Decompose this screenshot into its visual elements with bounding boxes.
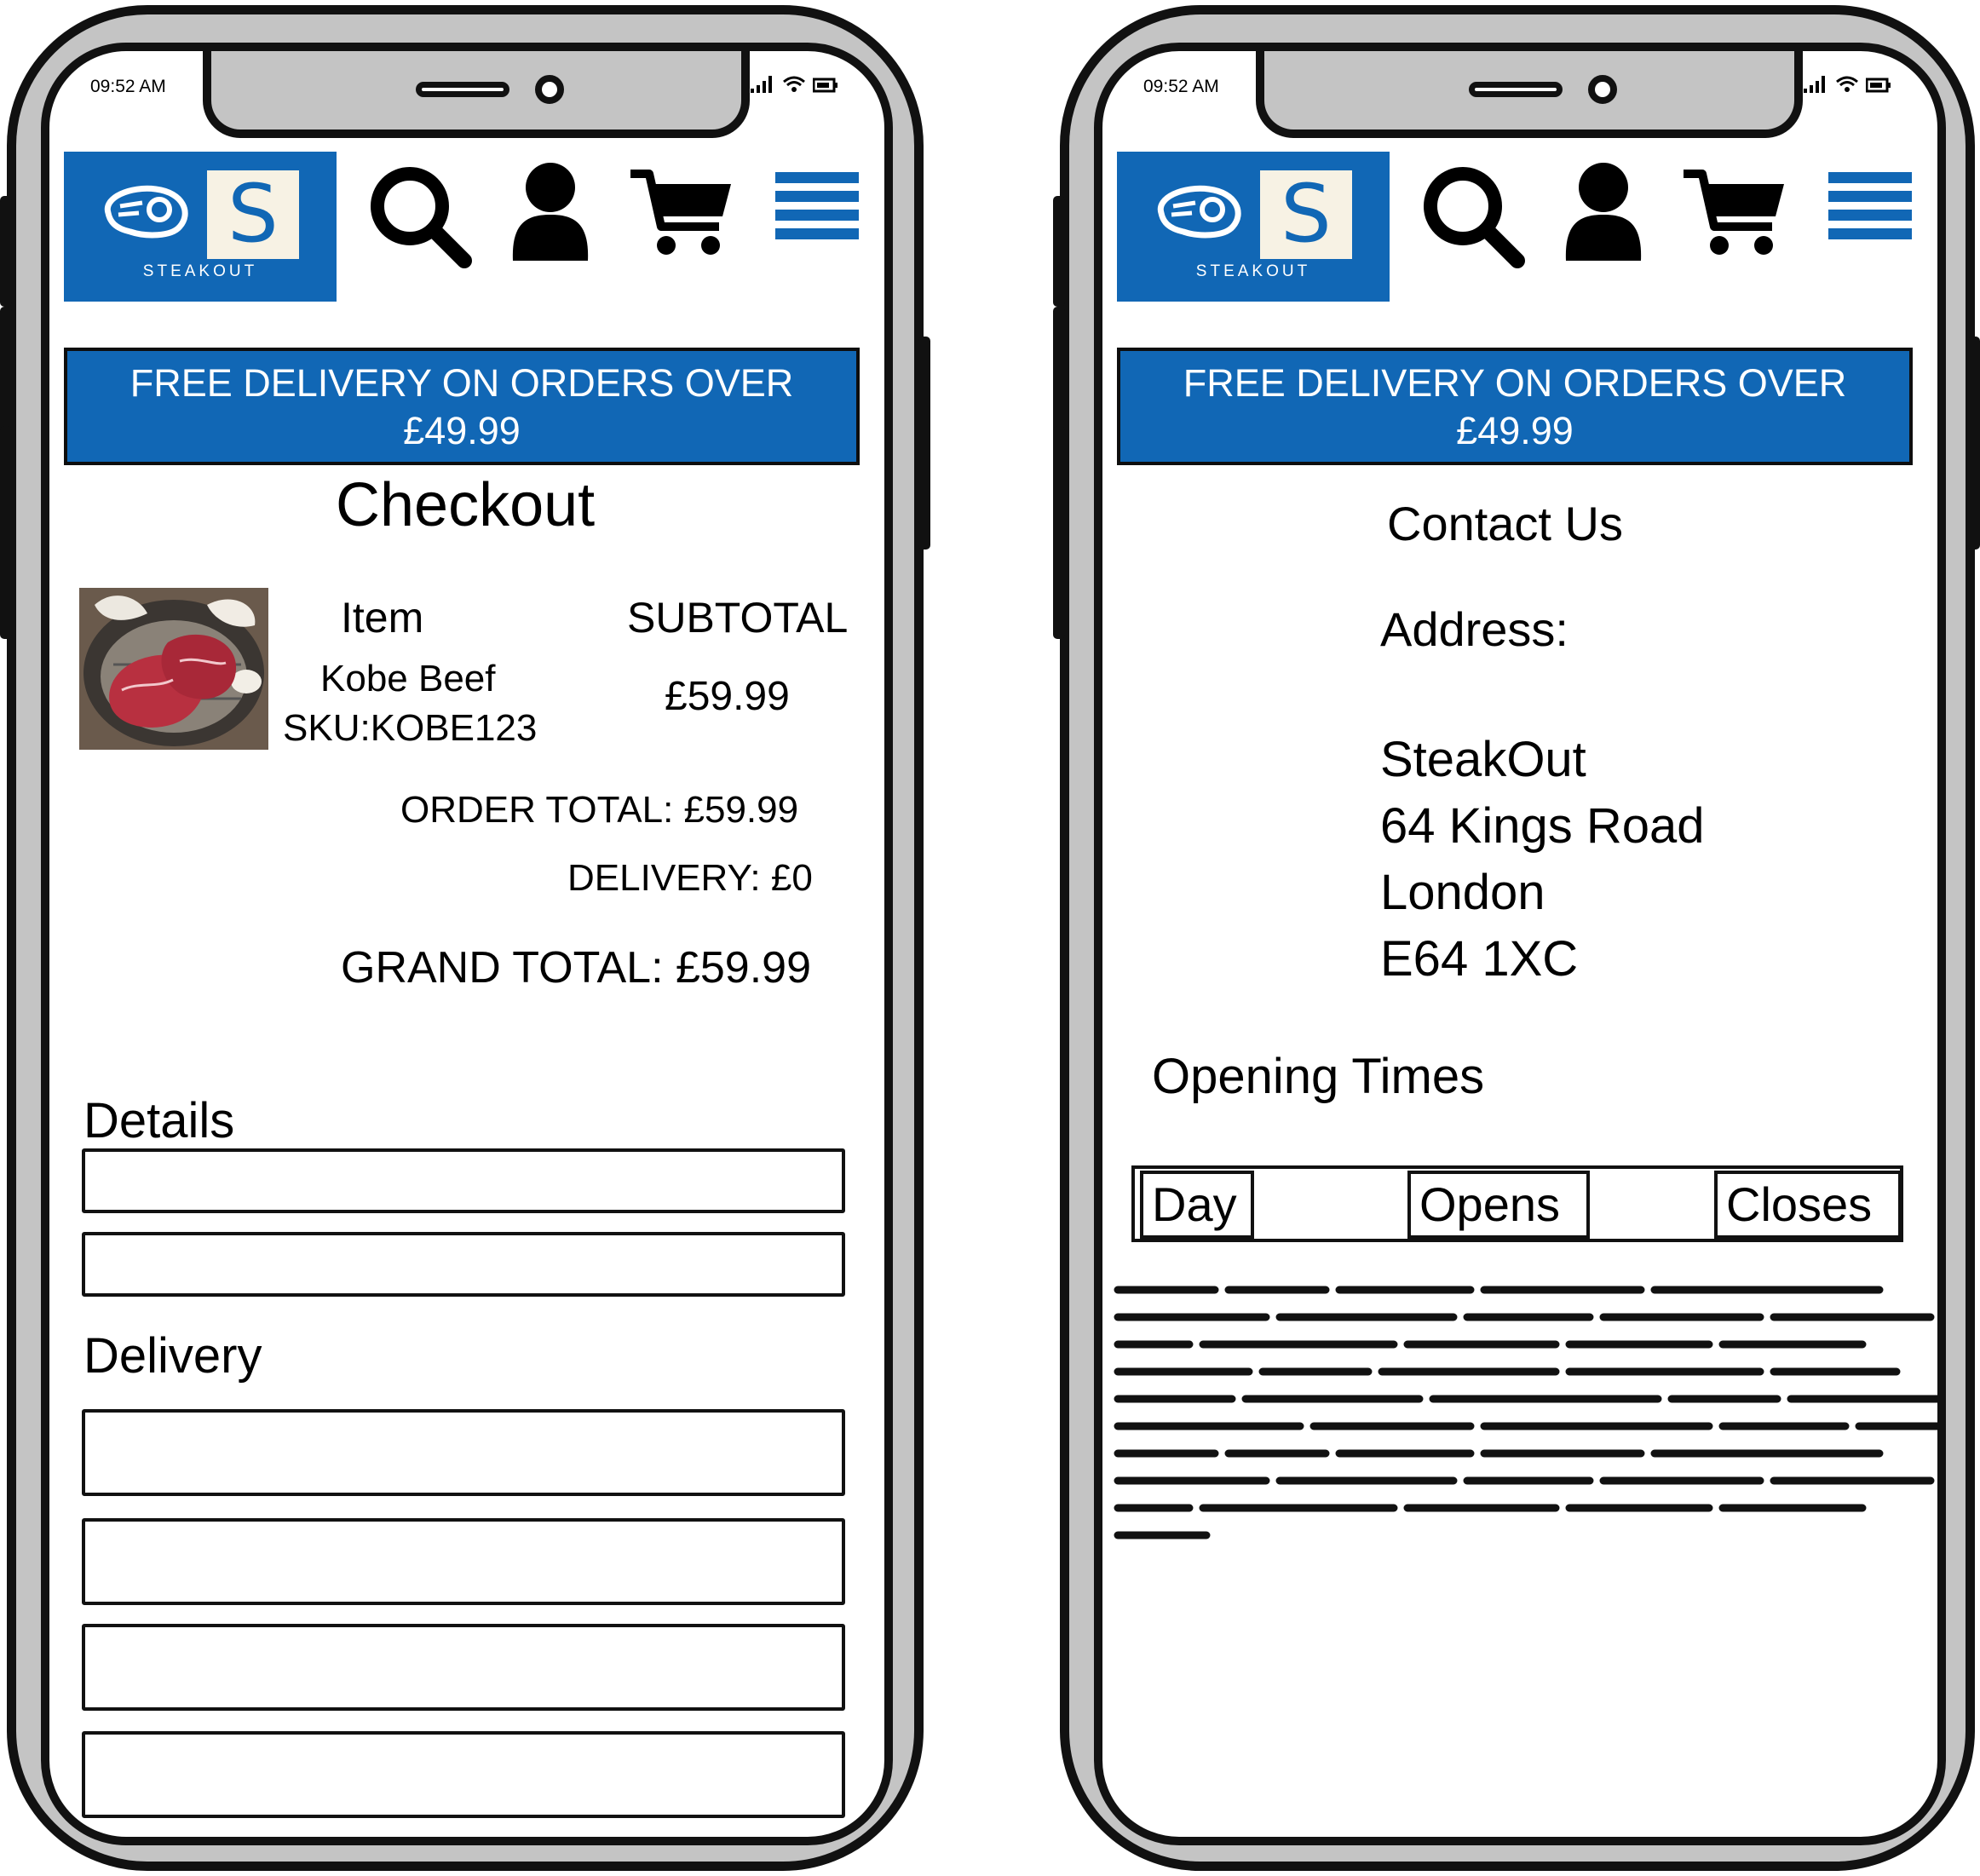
steakout-logo[interactable]: S STEAKOUT bbox=[1117, 152, 1390, 302]
status-icons bbox=[1803, 75, 1891, 94]
delivery-field-1[interactable] bbox=[82, 1409, 845, 1496]
address-line-4: E64 1XC bbox=[1380, 931, 1579, 987]
page-title: Contact Us bbox=[1387, 497, 1623, 550]
logo-letter: S bbox=[1260, 170, 1352, 259]
table-header-day: Day bbox=[1140, 1171, 1254, 1239]
left-phone-button bbox=[0, 426, 12, 639]
search-icon[interactable] bbox=[367, 164, 473, 269]
wifi-icon bbox=[1836, 76, 1858, 92]
details-field-2[interactable] bbox=[82, 1232, 845, 1297]
left-phone-button bbox=[0, 196, 12, 307]
menu-icon[interactable] bbox=[1828, 172, 1912, 240]
menu-icon[interactable] bbox=[775, 172, 859, 240]
item-name: Kobe Beef bbox=[320, 658, 496, 699]
cart-icon[interactable] bbox=[627, 167, 736, 259]
promo-line-2: £49.99 bbox=[403, 409, 521, 452]
delivery-cost: DELIVERY: £0 bbox=[567, 857, 813, 899]
left-phone-screen: 09:52 AM S STEAKOUT FREE DELIVERY ON ORD… bbox=[41, 43, 893, 1845]
promo-banner: FREE DELIVERY ON ORDERS OVER £49.99 bbox=[1117, 348, 1913, 465]
logo-letter: S bbox=[207, 170, 299, 259]
address-line-3: London bbox=[1380, 865, 1545, 920]
steakout-logo[interactable]: S STEAKOUT bbox=[64, 152, 337, 302]
right-phone-notch bbox=[1256, 51, 1803, 138]
opening-times-label: Opening Times bbox=[1152, 1049, 1485, 1104]
promo-banner: FREE DELIVERY ON ORDERS OVER £49.99 bbox=[64, 348, 860, 465]
speaker bbox=[416, 82, 509, 97]
status-icons bbox=[750, 75, 838, 94]
details-section-label: Details bbox=[83, 1093, 235, 1148]
logo-wordmark: STEAKOUT bbox=[1195, 262, 1311, 280]
address-line-1: SteakOut bbox=[1380, 732, 1586, 787]
promo-line-1: FREE DELIVERY ON ORDERS OVER bbox=[130, 361, 794, 405]
search-icon[interactable] bbox=[1420, 164, 1526, 269]
page-title: Checkout bbox=[336, 471, 596, 539]
item-subtotal: £59.99 bbox=[665, 674, 790, 719]
camera bbox=[1588, 75, 1617, 104]
column-header-item: Item bbox=[341, 594, 424, 642]
address-line-2: 64 Kings Road bbox=[1380, 798, 1705, 854]
delivery-field-2[interactable] bbox=[82, 1518, 845, 1605]
promo-line-2: £49.99 bbox=[1456, 409, 1574, 452]
column-header-subtotal: SUBTOTAL bbox=[627, 594, 849, 642]
user-icon[interactable] bbox=[509, 162, 591, 261]
order-total: ORDER TOTAL: £59.99 bbox=[400, 789, 799, 831]
table-header-closes: Closes bbox=[1714, 1171, 1902, 1239]
opening-times-table-header: Day Opens Closes bbox=[1131, 1165, 1903, 1242]
delivery-field-4[interactable] bbox=[82, 1731, 845, 1818]
wifi-icon bbox=[783, 76, 805, 92]
right-phone-button bbox=[1053, 196, 1065, 307]
promo-line-1: FREE DELIVERY ON ORDERS OVER bbox=[1183, 361, 1847, 405]
right-phone-button bbox=[1053, 426, 1065, 639]
steak-icon bbox=[104, 185, 188, 239]
left-phone-button bbox=[918, 337, 930, 550]
right-phone-button bbox=[1968, 337, 1980, 550]
cart-icon[interactable] bbox=[1680, 167, 1789, 259]
signal-icon bbox=[1804, 76, 1825, 93]
steak-icon bbox=[1157, 185, 1241, 239]
camera bbox=[535, 75, 564, 104]
battery-icon bbox=[1866, 78, 1891, 93]
kobe-beef-image bbox=[79, 588, 268, 750]
user-icon[interactable] bbox=[1563, 162, 1644, 261]
delivery-section-label: Delivery bbox=[83, 1328, 262, 1384]
speaker bbox=[1469, 82, 1563, 97]
address-label: Address: bbox=[1380, 602, 1568, 656]
signal-icon bbox=[751, 76, 772, 93]
item-sku: SKU:KOBE123 bbox=[283, 707, 538, 749]
status-time: 09:52 AM bbox=[1143, 77, 1219, 96]
details-field-1[interactable] bbox=[82, 1148, 845, 1213]
placeholder-text-block bbox=[1114, 1286, 1937, 1539]
delivery-field-3[interactable] bbox=[82, 1624, 845, 1711]
left-phone-notch bbox=[203, 51, 750, 138]
battery-icon bbox=[813, 78, 837, 93]
logo-wordmark: STEAKOUT bbox=[142, 262, 258, 280]
table-header-opens: Opens bbox=[1407, 1171, 1590, 1239]
right-phone-screen: 09:52 AM S STEAKOUT FREE DELIVERY ON ORD… bbox=[1094, 43, 1946, 1845]
status-time: 09:52 AM bbox=[90, 77, 166, 96]
grand-total: GRAND TOTAL: £59.99 bbox=[341, 943, 812, 993]
